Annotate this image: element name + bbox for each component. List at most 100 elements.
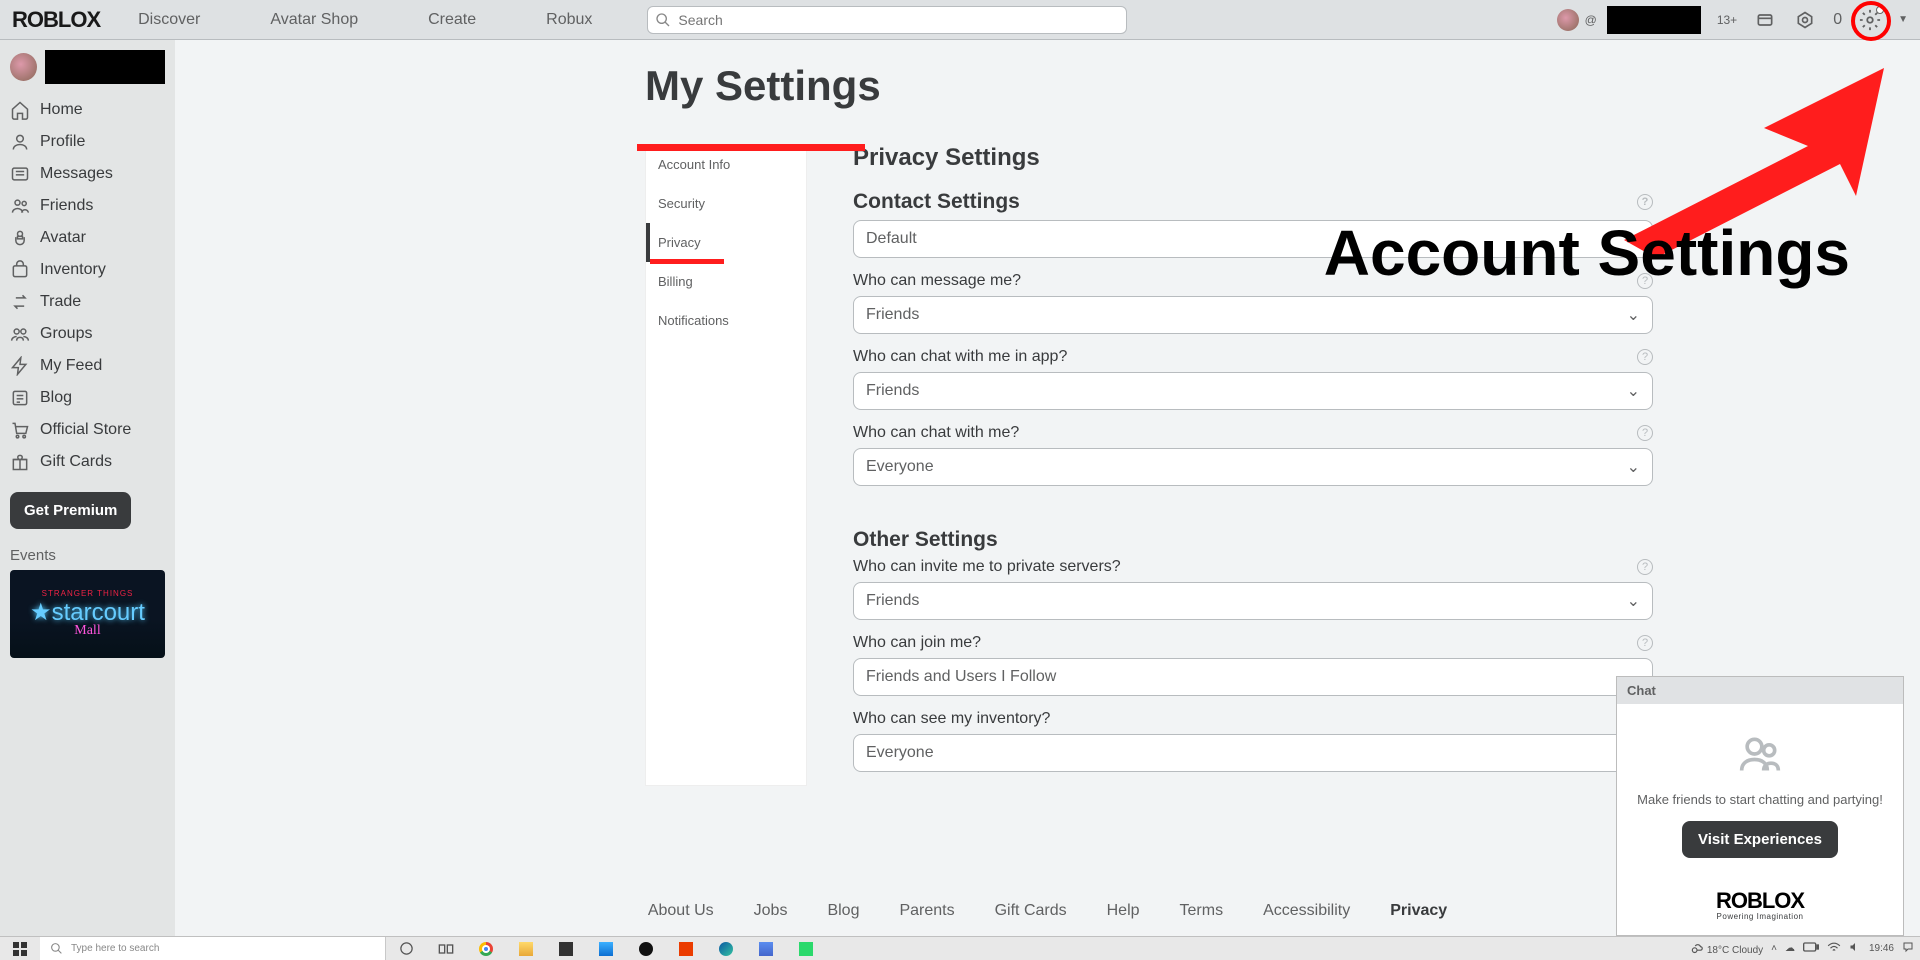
- sidebar: HomeProfileMessagesFriendsAvatarInventor…: [0, 40, 175, 936]
- footer-link-about-us[interactable]: About Us: [648, 902, 714, 920]
- nav-link-robux[interactable]: Robux: [546, 11, 592, 29]
- xbox-icon[interactable]: [626, 937, 666, 960]
- field-label: Who can invite me to private servers??: [853, 558, 1653, 576]
- other-settings-heading: Other Settings: [853, 528, 1653, 552]
- clock[interactable]: 19:46: [1869, 943, 1894, 954]
- nav-link-discover[interactable]: Discover: [138, 11, 200, 29]
- edge-icon[interactable]: [706, 937, 746, 960]
- sidebar-user[interactable]: [0, 50, 175, 94]
- age-badge: 13+: [1717, 13, 1737, 27]
- office-icon[interactable]: [666, 937, 706, 960]
- volume-icon[interactable]: [1849, 941, 1861, 956]
- sidebar-item-messages[interactable]: Messages: [0, 158, 175, 190]
- search-container: [647, 6, 1127, 34]
- search-icon: [655, 12, 671, 28]
- sidebar-item-feed[interactable]: My Feed: [0, 350, 175, 382]
- avatar: [10, 53, 37, 81]
- battery-icon[interactable]: [1803, 942, 1819, 955]
- footer-link-terms[interactable]: Terms: [1180, 902, 1224, 920]
- username-redacted: [45, 50, 165, 84]
- footer-link-parents[interactable]: Parents: [899, 902, 954, 920]
- dropdown[interactable]: Friends⌄: [853, 582, 1653, 620]
- gift-icon: [10, 452, 30, 472]
- tab-billing[interactable]: Billing: [646, 262, 806, 301]
- dropdown[interactable]: Everyone⌄: [853, 734, 1653, 772]
- taskbar-search[interactable]: Type here to search: [40, 937, 386, 960]
- groups-icon: [10, 324, 30, 344]
- footer-link-jobs[interactable]: Jobs: [754, 902, 788, 920]
- chevron-down-icon: ⌄: [1627, 457, 1640, 477]
- sidebar-item-home[interactable]: Home: [0, 94, 175, 126]
- app-icon[interactable]: [746, 937, 786, 960]
- tab-account-info[interactable]: Account Info: [646, 145, 806, 184]
- help-icon[interactable]: ?: [1637, 635, 1653, 651]
- field-label: Who can see my inventory??: [853, 710, 1653, 728]
- settings-tabs: Account InfoSecurityPrivacyBillingNotifi…: [645, 144, 807, 786]
- settings-gear-icon[interactable]: [1858, 8, 1882, 32]
- dropdown[interactable]: Friends⌄: [853, 372, 1653, 410]
- nav-link-avatar-shop[interactable]: Avatar Shop: [270, 11, 358, 29]
- store-icon[interactable]: [546, 937, 586, 960]
- robux-count: 0: [1833, 11, 1842, 29]
- sidebar-item-groups[interactable]: Groups: [0, 318, 175, 350]
- chevron-down-icon: ⌄: [1627, 591, 1640, 611]
- page-title: My Settings: [645, 62, 881, 110]
- avatar[interactable]: [1557, 9, 1579, 31]
- task-view-icon[interactable]: [426, 937, 466, 960]
- setting-field: Who can join me??Friends and Users I Fol…: [853, 634, 1653, 696]
- profile-icon: [10, 132, 30, 152]
- onedrive-icon[interactable]: ☁: [1785, 943, 1795, 954]
- sidebar-item-trade[interactable]: Trade: [0, 286, 175, 318]
- sidebar-item-inventory[interactable]: Inventory: [0, 254, 175, 286]
- notifications-icon[interactable]: [1902, 941, 1914, 956]
- chat-logo: ROBLOX: [1635, 888, 1885, 914]
- footer-link-help[interactable]: Help: [1107, 902, 1140, 920]
- chrome-icon[interactable]: [466, 937, 506, 960]
- sidebar-item-gift[interactable]: Gift Cards: [0, 446, 175, 478]
- dropdown[interactable]: Friends and Users I Follow⌄: [853, 658, 1653, 696]
- taskbar-system-tray: 18°C Cloudy ˄ ☁ 19:46: [1690, 941, 1920, 956]
- nav-link-create[interactable]: Create: [428, 11, 476, 29]
- event-tile[interactable]: STRANGER THINGS ★starcourt Mall: [10, 570, 165, 658]
- robux-icon[interactable]: [1793, 8, 1817, 32]
- notifications-icon[interactable]: [1753, 8, 1777, 32]
- messages-icon: [10, 164, 30, 184]
- help-icon[interactable]: ?: [1637, 559, 1653, 575]
- app-icon[interactable]: [786, 937, 826, 960]
- dropdown[interactable]: Everyone⌄: [853, 448, 1653, 486]
- sidebar-item-profile[interactable]: Profile: [0, 126, 175, 158]
- windows-taskbar: Type here to search 18°C Cloudy ˄ ☁ 19:4…: [0, 936, 1920, 960]
- help-icon[interactable]: ?: [1637, 349, 1653, 365]
- explorer-icon[interactable]: [506, 937, 546, 960]
- roblox-logo[interactable]: ROBLOX: [12, 7, 100, 33]
- mail-icon[interactable]: [586, 937, 626, 960]
- sidebar-item-avatar[interactable]: Avatar: [0, 222, 175, 254]
- dropdown[interactable]: Friends⌄: [853, 296, 1653, 334]
- search-input[interactable]: [647, 6, 1127, 34]
- chevron-down-icon[interactable]: ▼: [1898, 14, 1908, 25]
- visit-experiences-button[interactable]: Visit Experiences: [1682, 821, 1838, 858]
- field-label: Who can chat with me in app??: [853, 348, 1653, 366]
- help-icon[interactable]: ?: [1637, 194, 1653, 210]
- sidebar-item-blog[interactable]: Blog: [0, 382, 175, 414]
- chat-header[interactable]: Chat: [1617, 677, 1903, 704]
- footer-link-accessibility[interactable]: Accessibility: [1263, 902, 1350, 920]
- start-button[interactable]: [0, 937, 40, 960]
- footer-link-privacy[interactable]: Privacy: [1390, 902, 1447, 920]
- tab-notifications[interactable]: Notifications: [646, 301, 806, 340]
- sidebar-item-friends[interactable]: Friends: [0, 190, 175, 222]
- get-premium-button[interactable]: Get Premium: [10, 492, 131, 529]
- weather-widget[interactable]: 18°C Cloudy: [1690, 942, 1763, 956]
- wifi-icon[interactable]: [1827, 941, 1841, 956]
- chevron-down-icon: ⌄: [1627, 381, 1640, 401]
- sidebar-item-store[interactable]: Official Store: [0, 414, 175, 446]
- footer-link-blog[interactable]: Blog: [827, 902, 859, 920]
- tab-security[interactable]: Security: [646, 184, 806, 223]
- tab-privacy[interactable]: Privacy: [646, 223, 806, 262]
- footer-link-gift-cards[interactable]: Gift Cards: [995, 902, 1067, 920]
- friends-icon: [1738, 732, 1782, 776]
- nav-links: Discover Avatar Shop Create Robux: [138, 11, 592, 29]
- cortana-icon[interactable]: [386, 937, 426, 960]
- help-icon[interactable]: ?: [1637, 425, 1653, 441]
- tray-chevron-icon[interactable]: ˄: [1771, 943, 1777, 954]
